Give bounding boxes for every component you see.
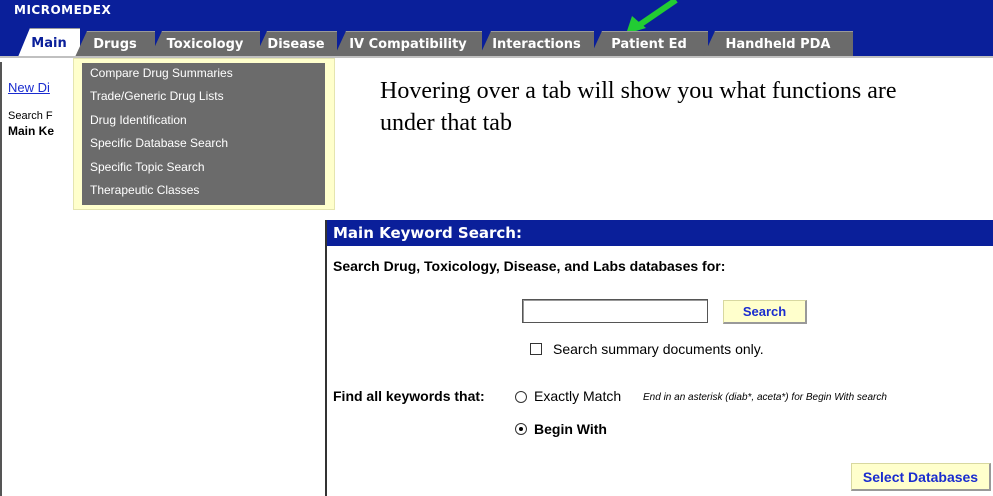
instruction-note: Hovering over a tab will show you what f… [380,78,897,136]
select-databases-button[interactable]: Select Databases [851,463,991,491]
search-button[interactable]: Search [723,300,807,324]
tab-interactions[interactable]: Interactions [479,31,594,57]
tab-drugs[interactable]: Drugs [75,31,155,57]
checkbox-label: Search summary documents only. [553,341,764,357]
new-drug-link[interactable]: New Di [8,80,50,95]
menu-item-compare-drug-summaries[interactable]: Compare Drug Summaries [90,66,233,80]
menu-item-specific-database-search[interactable]: Specific Database Search [90,136,228,150]
exact-match-label: Exactly Match [534,388,622,404]
search-path-label: Search F [8,110,53,122]
exact-match-hint: End in an asterisk (diab*, aceta*) for B… [643,392,887,403]
menu-item-drug-identification[interactable]: Drug Identification [90,113,187,127]
menu-item-therapeutic-classes[interactable]: Therapeutic Classes [90,183,199,197]
panel-header: Main Keyword Search: [327,220,993,246]
exact-match-radio[interactable] [515,391,527,403]
search-input[interactable] [522,299,708,323]
begin-with-radio[interactable] [515,423,527,435]
tab-iv-compatibility[interactable]: IV Compatibility [334,31,482,57]
tab-handheld-pda[interactable]: Handheld PDA [703,31,853,57]
tab-patient-ed[interactable]: Patient Ed [590,31,708,57]
tab-disease[interactable]: Disease [255,31,337,57]
main-keyword-label: Main Ke [8,124,55,138]
tab-dropdown-menu: Compare Drug Summaries Trade/Generic Dru… [73,58,335,210]
menu-item-trade-generic-drug-lists[interactable]: Trade/Generic Drug Lists [90,89,224,103]
menu-item-specific-topic-search[interactable]: Specific Topic Search [90,160,205,174]
dropdown-list: Compare Drug Summaries Trade/Generic Dru… [82,63,325,205]
tab-bar: Main Drugs Toxicology Disease IV Compati… [0,27,993,57]
summary-only-checkbox[interactable] [530,343,542,355]
tab-toxicology[interactable]: Toxicology [150,31,260,57]
find-keywords-label: Find all keywords that: [333,388,485,404]
panel-subtitle: Search Drug, Toxicology, Disease, and La… [333,258,726,274]
brand-logo: MICROMEDEX [14,3,112,17]
keyword-search-panel: Main Keyword Search: Search Drug, Toxico… [325,220,993,496]
begin-with-label: Begin With [534,421,607,437]
tab-main[interactable]: Main [18,28,80,57]
